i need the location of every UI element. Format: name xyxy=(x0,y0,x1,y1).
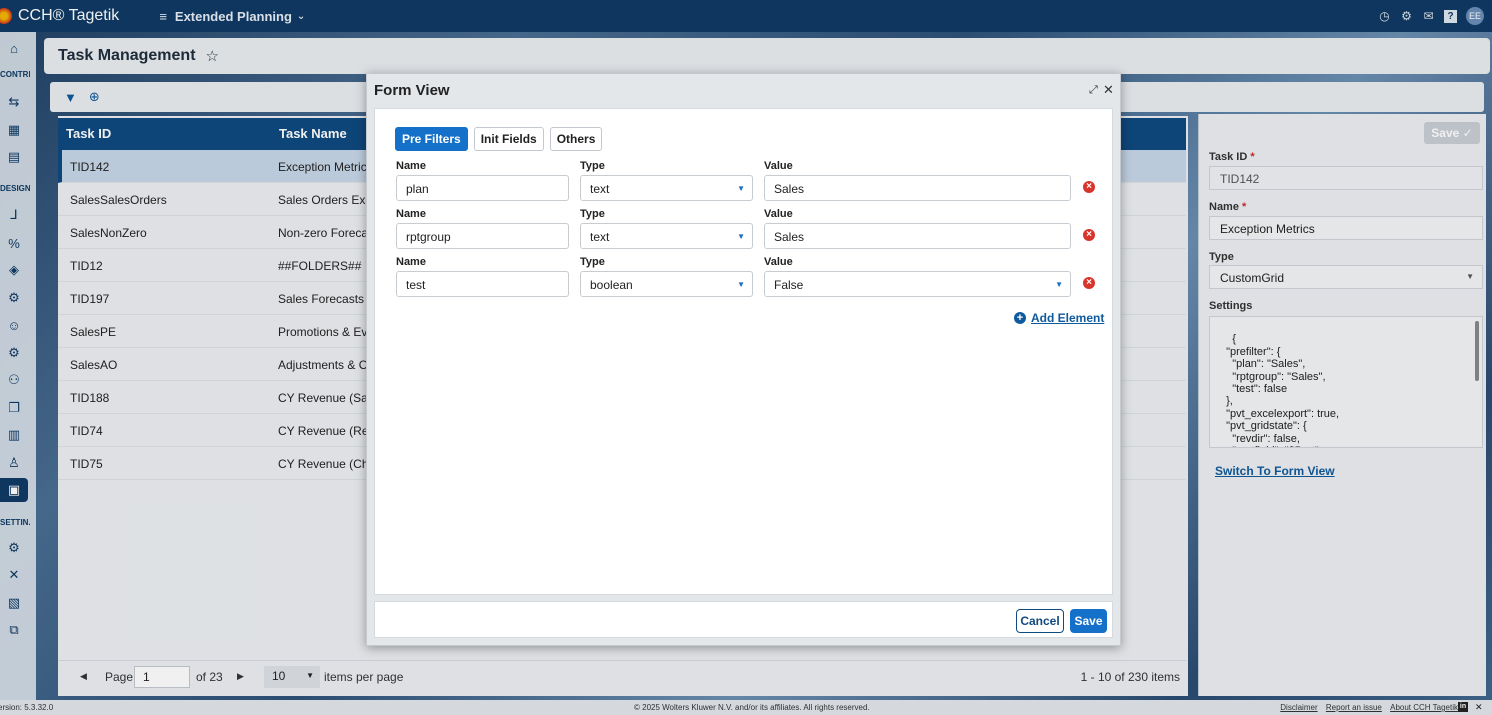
cancel-button[interactable]: Cancel xyxy=(1016,609,1064,633)
type-value: boolean xyxy=(590,278,633,292)
dropdown-arrow-icon: ▼ xyxy=(737,232,745,241)
name-label: Name xyxy=(396,256,426,268)
expand-icon[interactable]: ⤢ xyxy=(1089,84,1098,97)
value-label: Value xyxy=(764,208,793,220)
add-element-button[interactable]: + Add Element xyxy=(1014,311,1104,325)
type-value: text xyxy=(590,182,610,196)
name-label: Name xyxy=(396,208,426,220)
filter-type-select[interactable]: boolean ▼ xyxy=(580,271,753,297)
save-button[interactable]: Save xyxy=(1070,609,1107,633)
dropdown-arrow-icon: ▼ xyxy=(737,280,745,289)
filter-type-select[interactable]: text ▼ xyxy=(580,223,753,249)
dropdown-arrow-icon: ▼ xyxy=(737,184,745,193)
type-label: Type xyxy=(580,256,605,268)
filter-value-input[interactable]: Sales xyxy=(764,175,1071,201)
remove-row-icon[interactable]: × xyxy=(1083,277,1095,289)
dialog-title: Form View xyxy=(374,82,450,99)
remove-row-icon[interactable]: × xyxy=(1083,229,1095,241)
type-value: text xyxy=(590,230,610,244)
type-label: Type xyxy=(580,160,605,172)
dropdown-arrow-icon: ▼ xyxy=(1055,280,1063,289)
dialog-body: Pre Filters Init Fields Others Name Type… xyxy=(374,108,1113,595)
value-label: Value xyxy=(764,160,793,172)
form-view-dialog: Form View ⤢ ✕ Pre Filters Init Fields Ot… xyxy=(366,73,1121,646)
plus-circle-icon: + xyxy=(1014,312,1026,324)
tab-init-fields[interactable]: Init Fields xyxy=(473,127,544,151)
close-icon[interactable]: ✕ xyxy=(1103,82,1114,98)
name-label: Name xyxy=(396,160,426,172)
tab-others[interactable]: Others xyxy=(549,127,603,151)
filter-value-select[interactable]: False ▼ xyxy=(764,271,1071,297)
type-label: Type xyxy=(580,208,605,220)
filter-type-select[interactable]: text ▼ xyxy=(580,175,753,201)
dialog-tabs: Pre Filters Init Fields Others xyxy=(395,127,603,151)
value-label: Value xyxy=(764,256,793,268)
filter-value-input[interactable]: Sales xyxy=(764,223,1071,249)
remove-row-icon[interactable]: × xyxy=(1083,181,1095,193)
add-element-label: Add Element xyxy=(1031,311,1105,325)
filter-name-input[interactable]: rptgroup xyxy=(396,223,569,249)
filter-name-input[interactable]: test xyxy=(396,271,569,297)
tab-pre-filters[interactable]: Pre Filters xyxy=(395,127,468,151)
dialog-footer: Cancel Save xyxy=(374,601,1113,638)
value-text: False xyxy=(774,278,804,292)
filter-name-input[interactable]: plan xyxy=(396,175,569,201)
